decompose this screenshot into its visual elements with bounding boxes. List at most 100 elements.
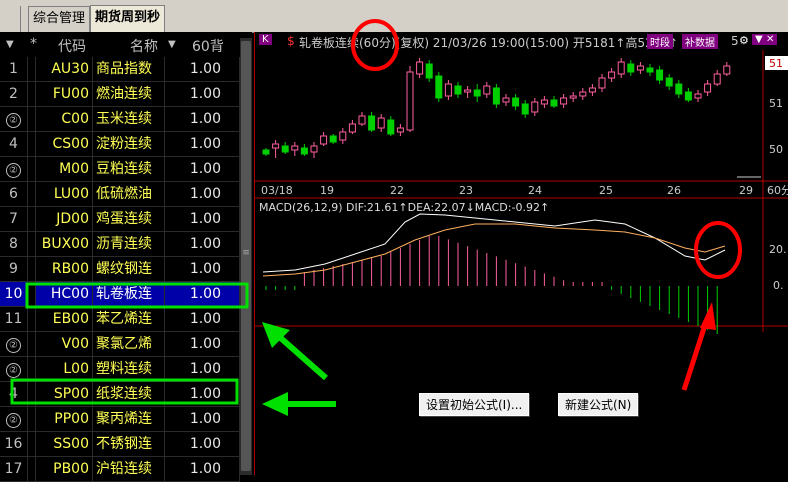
row-value: 1.00: [165, 182, 240, 207]
row-value: 1.00: [165, 232, 240, 257]
x-label-5: 25: [599, 184, 613, 197]
candle: [713, 73, 721, 85]
row-code: SS00: [36, 432, 93, 457]
row-value: 1.00: [165, 382, 240, 407]
row-index: 4: [0, 132, 28, 157]
list-scrollbar[interactable]: ≡: [240, 38, 252, 475]
row-code: L00: [36, 357, 93, 382]
tab-bar: 综合管理 期货周到秒: [0, 0, 788, 33]
list-row[interactable]: 10 HC00 轧卷板连 1.00: [0, 282, 252, 307]
candle: [675, 83, 683, 95]
row-code: FU00: [36, 82, 93, 107]
row-code: C00: [36, 107, 93, 132]
list-row[interactable]: 16 SS00 不锈钢连 1.00: [0, 432, 252, 457]
tab-overview[interactable]: 综合管理: [28, 6, 91, 32]
sort-dropdown-icon[interactable]: ▼: [6, 39, 14, 50]
candle: [387, 119, 395, 135]
header-name[interactable]: 名称: [130, 36, 158, 56]
row-mark: [28, 182, 36, 207]
candle: [339, 131, 347, 141]
row-name: 淀粉连续: [93, 132, 165, 157]
row-value: 1.00: [165, 207, 240, 232]
list-row[interactable]: ② V00 聚氯乙烯 1.00: [0, 332, 252, 357]
row-mark: [28, 157, 36, 182]
candle: [368, 115, 376, 131]
quote-list: ▼ * 代码 名称 ▼ 60背 1 AU30 商品指数 1.00 2 FU00 燃油连续 1.…: [0, 32, 252, 482]
row-index: ②: [0, 407, 28, 432]
row-name: 玉米连续: [93, 107, 165, 132]
row-mark: [28, 132, 36, 157]
list-row[interactable]: 8 BUX00 沥青连续 1.00: [0, 232, 252, 257]
list-row[interactable]: 17 PB00 沪铅连续 1.00: [0, 457, 252, 482]
list-row[interactable]: ② C00 玉米连续 1.00: [0, 107, 252, 132]
candle: [329, 135, 337, 143]
row-value: 1.00: [165, 57, 240, 82]
candle: [694, 93, 702, 99]
candle: [281, 145, 289, 153]
row-mark: [28, 307, 36, 332]
candle: [416, 61, 424, 75]
y-label-2: 50: [769, 143, 783, 156]
row-mark: [28, 432, 36, 457]
row-code: HC00: [36, 282, 93, 307]
candle: [608, 71, 616, 79]
set-initial-formula-button[interactable]: 设置初始公式(I)...: [419, 393, 530, 416]
row-code: JD00: [36, 207, 93, 232]
row-code: LU00: [36, 182, 93, 207]
row-name: 聚氯乙烯: [93, 332, 165, 357]
row-index: 4: [0, 382, 28, 407]
x-right-label: 60分: [767, 184, 788, 197]
row-name: 螺纹钢连: [93, 257, 165, 282]
header-value[interactable]: 60背: [192, 36, 224, 56]
tab-stub: [0, 6, 21, 32]
list-row[interactable]: ② PP00 聚丙烯连 1.00: [0, 407, 252, 432]
candle: [483, 85, 491, 95]
row-code: RB00: [36, 257, 93, 282]
row-value: 1.00: [165, 107, 240, 132]
row-code: M00: [36, 157, 93, 182]
row-value: 1.00: [165, 282, 240, 307]
row-mark: [28, 107, 36, 132]
dea-line: [262, 223, 726, 277]
list-row[interactable]: 2 FU00 燃油连续 1.00: [0, 82, 252, 107]
x-label-3: 23: [459, 184, 473, 197]
list-row[interactable]: 11 EB00 苯乙烯连 1.00: [0, 307, 252, 332]
row-index: 7: [0, 207, 28, 232]
row-name: 低硫燃油: [93, 182, 165, 207]
row-code: AU30: [36, 57, 93, 82]
candle: [646, 67, 654, 73]
header-sort-icon[interactable]: ▼: [168, 39, 176, 50]
row-code: BUX00: [36, 232, 93, 257]
chart-panel[interactable]: K $ 轧卷板连续(60分)(复权) 21/03/26 19:00(15:00)…: [254, 32, 788, 475]
list-row[interactable]: 6 LU00 低硫燃油 1.00: [0, 182, 252, 207]
candle: [291, 145, 299, 151]
candle: [464, 89, 472, 93]
list-row[interactable]: ② M00 豆粕连续 1.00: [0, 157, 252, 182]
row-value: 1.00: [165, 407, 240, 432]
row-mark: [28, 57, 36, 82]
list-row[interactable]: 4 CS00 淀粉连续 1.00: [0, 132, 252, 157]
row-mark: [28, 207, 36, 232]
header-code[interactable]: 代码: [58, 36, 86, 56]
row-code: SP00: [36, 382, 93, 407]
candle: [617, 61, 625, 75]
candle: [579, 91, 587, 97]
row-name: 纸浆连续: [93, 382, 165, 407]
list-row[interactable]: 9 RB00 螺纹钢连 1.00: [0, 257, 252, 282]
row-value: 1.00: [165, 357, 240, 382]
list-row[interactable]: 1 AU30 商品指数 1.00: [0, 57, 252, 82]
macd-title: MACD(26,12,9) DIF:21.61↑DEA:22.07↓MACD:-…: [259, 201, 549, 214]
tab-futures[interactable]: 期货周到秒: [90, 5, 166, 32]
row-index: 16: [0, 432, 28, 457]
row-name: 不锈钢连: [93, 432, 165, 457]
list-row[interactable]: ② L00 塑料连续 1.00: [0, 357, 252, 382]
row-code: PP00: [36, 407, 93, 432]
candle: [531, 101, 539, 113]
list-row[interactable]: 4 SP00 纸浆连续 1.00: [0, 382, 252, 407]
list-row[interactable]: 7 JD00 鸡蛋连续 1.00: [0, 207, 252, 232]
candle: [656, 69, 664, 81]
row-value: 1.00: [165, 307, 240, 332]
new-formula-button[interactable]: 新建公式(N): [558, 393, 639, 416]
candle: [550, 99, 558, 107]
candle: [588, 87, 596, 93]
